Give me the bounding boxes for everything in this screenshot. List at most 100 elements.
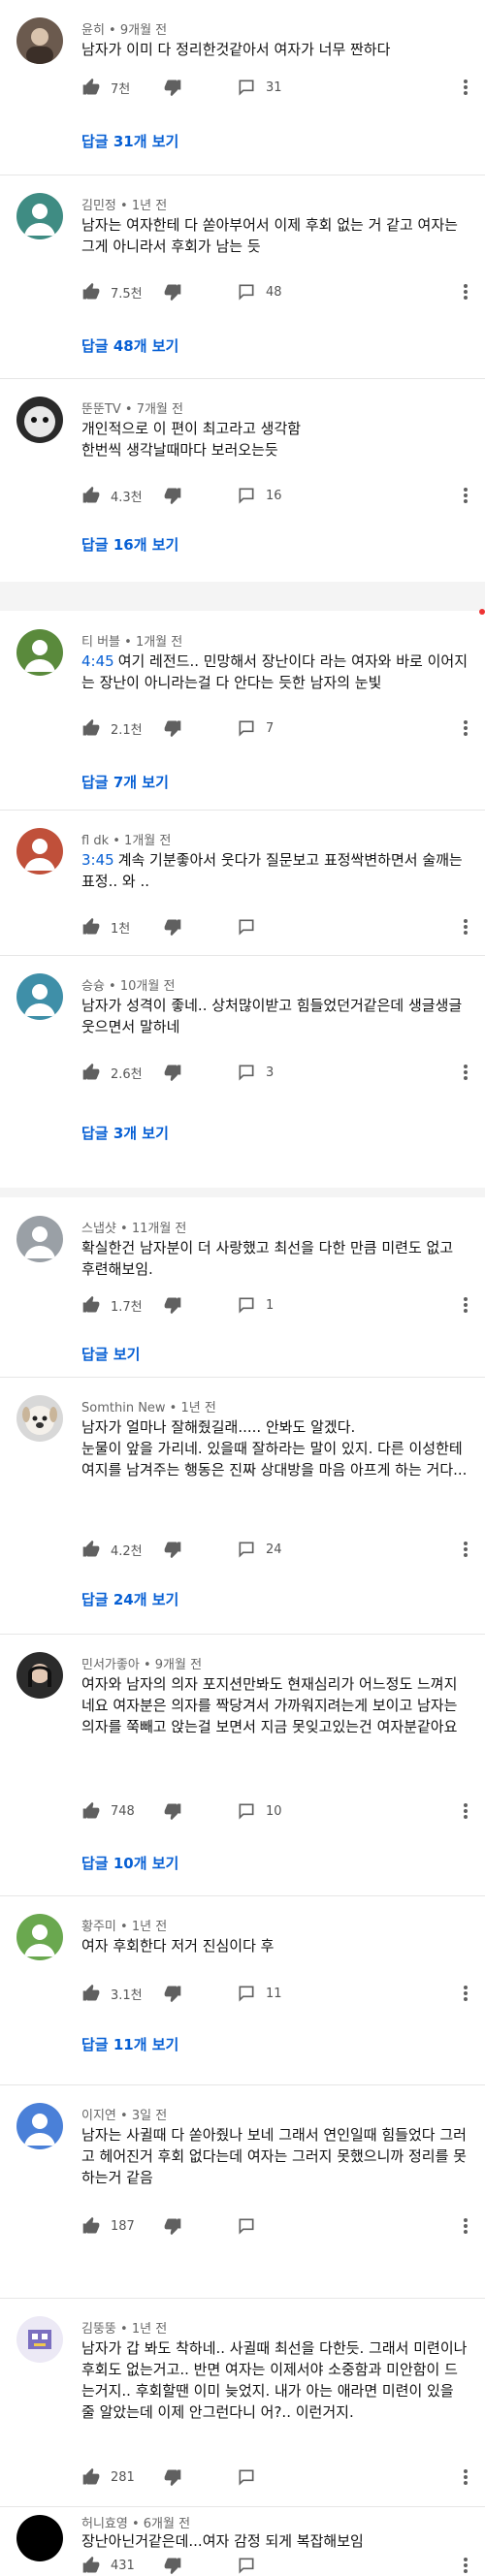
dislike-button[interactable] — [163, 76, 182, 99]
avatar[interactable] — [16, 2316, 63, 2363]
like-button[interactable]: 1.7천 — [81, 1293, 143, 1317]
view-replies-link[interactable]: 답글 31개 보기 — [81, 131, 178, 151]
more-vert-icon[interactable] — [456, 1538, 475, 1561]
like-button[interactable]: 7천 — [81, 76, 130, 99]
comment-text: 장난아닌거같은데...여자 감정 되게 복잡해보임 — [81, 2532, 364, 2550]
like-button[interactable]: 431 — [81, 2554, 135, 2576]
reply-button[interactable]: 7 — [237, 716, 274, 740]
dislike-button[interactable] — [163, 280, 182, 303]
more-vert-icon[interactable] — [456, 1799, 475, 1823]
thumb-down-icon — [163, 486, 182, 505]
reply-button[interactable] — [237, 2554, 256, 2576]
reply-button[interactable]: 31 — [237, 76, 282, 99]
dislike-button[interactable] — [163, 1061, 182, 1084]
more-vert-icon[interactable] — [456, 716, 475, 740]
comment-author[interactable]: 황주미 — [81, 1920, 116, 1934]
comment-author[interactable]: Somthin New — [81, 1401, 166, 1415]
comment-author[interactable]: 승슝 — [81, 979, 105, 994]
comment-author[interactable]: 윤히 — [81, 23, 105, 38]
reply-button[interactable]: 10 — [237, 1799, 282, 1823]
reply-button[interactable] — [237, 2214, 256, 2238]
avatar[interactable] — [16, 973, 63, 1020]
more-vert-icon[interactable] — [456, 2554, 475, 2576]
more-vert-icon[interactable] — [456, 2465, 475, 2489]
reply-button[interactable]: 16 — [237, 484, 282, 507]
avatar[interactable] — [16, 2515, 63, 2561]
like-count: 3.1천 — [111, 1988, 143, 2003]
dislike-button[interactable] — [163, 2214, 182, 2238]
divider — [0, 955, 485, 956]
view-replies-link[interactable]: 답글 48개 보기 — [81, 335, 178, 356]
dislike-button[interactable] — [163, 915, 182, 938]
comment-actions: 187 — [81, 2214, 450, 2238]
view-replies-link[interactable]: 답글 24개 보기 — [81, 1589, 178, 1609]
reply-button[interactable]: 11 — [237, 1982, 282, 2005]
more-vert-icon[interactable] — [456, 484, 475, 507]
avatar[interactable] — [16, 1914, 63, 1960]
like-button[interactable]: 281 — [81, 2465, 135, 2489]
reply-icon — [237, 917, 256, 937]
dislike-button[interactable] — [163, 1538, 182, 1561]
comment-author[interactable]: 스냅샷 — [81, 1222, 116, 1236]
like-button[interactable]: 7.5천 — [81, 280, 143, 303]
comment-author[interactable]: 김민정 — [81, 199, 116, 213]
like-button[interactable]: 187 — [81, 2214, 135, 2238]
more-vert-icon[interactable] — [456, 1061, 475, 1084]
comment-author[interactable]: 뚠뚠TV — [81, 402, 121, 417]
like-button[interactable]: 2.6천 — [81, 1061, 143, 1084]
comment-meta: Somthin New • 1년 전 — [81, 1401, 216, 1415]
comment-author[interactable]: 허니효영 — [81, 2517, 128, 2531]
comment-author[interactable]: 민서가좋아 — [81, 1658, 140, 1672]
comment-author[interactable]: 김뚱뚱 — [81, 2322, 116, 2337]
avatar[interactable] — [16, 1652, 63, 1699]
dislike-button[interactable] — [163, 484, 182, 507]
dislike-button[interactable] — [163, 1799, 182, 1823]
view-replies-link[interactable]: 답글 7개 보기 — [81, 772, 169, 792]
avatar[interactable] — [16, 1395, 63, 1442]
timestamp-link[interactable]: 4:45 — [81, 652, 114, 670]
view-replies-link[interactable]: 답글 3개 보기 — [81, 1123, 169, 1143]
dislike-button[interactable] — [163, 1982, 182, 2005]
avatar[interactable] — [16, 629, 63, 676]
like-count: 2.6천 — [111, 1066, 143, 1082]
avatar[interactable] — [16, 828, 63, 875]
reply-button[interactable]: 24 — [237, 1538, 282, 1561]
dislike-button[interactable] — [163, 1293, 182, 1317]
reply-button[interactable] — [237, 915, 256, 938]
more-vert-icon[interactable] — [456, 915, 475, 938]
reply-button[interactable] — [237, 2465, 256, 2489]
like-button[interactable]: 748 — [81, 1799, 135, 1823]
avatar[interactable] — [16, 1216, 63, 1262]
avatar[interactable] — [16, 17, 63, 64]
more-vert-icon[interactable] — [456, 2214, 475, 2238]
like-button[interactable]: 2.1천 — [81, 716, 143, 740]
comment-meta: 윤히 • 9개월 전 — [81, 23, 168, 38]
comment-author[interactable]: fl dk — [81, 834, 109, 848]
more-vert-icon[interactable] — [456, 76, 475, 99]
more-vert-icon[interactable] — [456, 1982, 475, 2005]
reply-count: 3 — [266, 1065, 275, 1080]
reply-button[interactable]: 3 — [237, 1061, 274, 1084]
view-replies-link[interactable]: 답글 16개 보기 — [81, 534, 178, 555]
like-button[interactable]: 4.3천 — [81, 484, 143, 507]
avatar[interactable] — [16, 2103, 63, 2149]
avatar[interactable] — [16, 193, 63, 239]
more-vert-icon[interactable] — [456, 280, 475, 303]
view-replies-link[interactable]: 답글 보기 — [81, 1344, 140, 1364]
like-button[interactable]: 3.1천 — [81, 1982, 143, 2005]
timestamp-link[interactable]: 3:45 — [81, 851, 114, 869]
avatar[interactable] — [16, 397, 63, 443]
comment-author[interactable]: 티 버블 — [81, 635, 120, 650]
reply-button[interactable]: 1 — [237, 1293, 274, 1317]
comment-author[interactable]: 이지연 — [81, 2109, 116, 2123]
like-button[interactable]: 4.2천 — [81, 1538, 143, 1561]
dislike-button[interactable] — [163, 716, 182, 740]
view-replies-link[interactable]: 답글 10개 보기 — [81, 1853, 178, 1873]
dislike-button[interactable] — [163, 2465, 182, 2489]
more-vert-icon[interactable] — [456, 1293, 475, 1317]
like-button[interactable]: 1천 — [81, 915, 130, 938]
reply-button[interactable]: 48 — [237, 280, 282, 303]
thumb-up-icon — [81, 917, 101, 937]
view-replies-link[interactable]: 답글 11개 보기 — [81, 2034, 178, 2054]
dislike-button[interactable] — [163, 2554, 182, 2576]
